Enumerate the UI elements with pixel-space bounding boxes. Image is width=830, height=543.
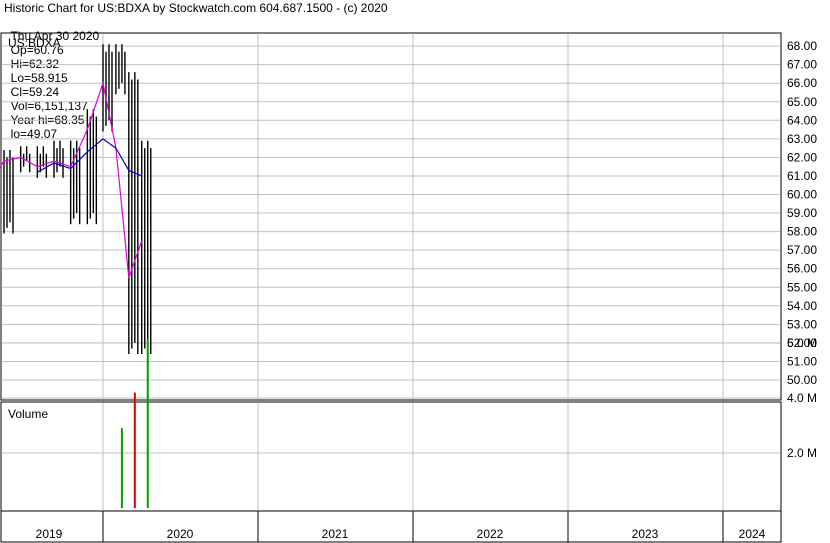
- year-axis-label: 2021: [322, 527, 349, 541]
- volume-tick-label: 4.0 M: [787, 391, 817, 405]
- axis-labels-layer: 50.0051.0052.0053.0054.0055.0056.0057.00…: [36, 39, 818, 541]
- price-volume-chart: 50.0051.0052.0053.0054.0055.0056.0057.00…: [0, 32, 818, 543]
- price-tick-label: 67.00: [787, 58, 817, 72]
- price-tick-label: 66.00: [787, 76, 817, 90]
- year-axis-label: 2024: [739, 527, 766, 541]
- price-tick-label: 53.00: [787, 317, 817, 331]
- volume-bar: [146, 338, 149, 508]
- price-tick-label: 59.00: [787, 206, 817, 220]
- price-panel-title: US:BDXA: [8, 36, 61, 50]
- price-tick-label: 51.00: [787, 354, 817, 368]
- price-tick-label: 61.00: [787, 169, 817, 183]
- volume-tick-label: 2.0 M: [787, 446, 817, 460]
- price-tick-label: 56.00: [787, 262, 817, 276]
- volume-panel-title: Volume: [8, 407, 48, 421]
- price-panel-frame: [0, 32, 782, 401]
- price-tick-label: 58.00: [787, 225, 817, 239]
- grid-layer: [2, 34, 780, 542]
- year-axis-label: 2020: [167, 527, 194, 541]
- year-axis-frame: [0, 510, 782, 543]
- volume-bar: [120, 428, 123, 508]
- price-tick-label: 62.00: [787, 150, 817, 164]
- volume-tick-label: 6.0 M: [787, 336, 817, 350]
- price-tick-label: 65.00: [787, 95, 817, 109]
- price-tick-label: 68.00: [787, 39, 817, 53]
- year-axis-label: 2022: [477, 527, 504, 541]
- price-tick-label: 63.00: [787, 132, 817, 146]
- year-axis-label: 2019: [36, 527, 63, 541]
- price-tick-label: 55.00: [787, 280, 817, 294]
- price-tick-label: 57.00: [787, 243, 817, 257]
- price-tick-label: 50.00: [787, 373, 817, 387]
- volume-layer: [120, 338, 149, 508]
- volume-panel-frame: [0, 401, 782, 512]
- year-axis-label: 2023: [632, 527, 659, 541]
- volume-bar: [133, 392, 136, 508]
- price-tick-label: 54.00: [787, 299, 817, 313]
- price-tick-label: 60.00: [787, 188, 817, 202]
- price-tick-label: 64.00: [787, 113, 817, 127]
